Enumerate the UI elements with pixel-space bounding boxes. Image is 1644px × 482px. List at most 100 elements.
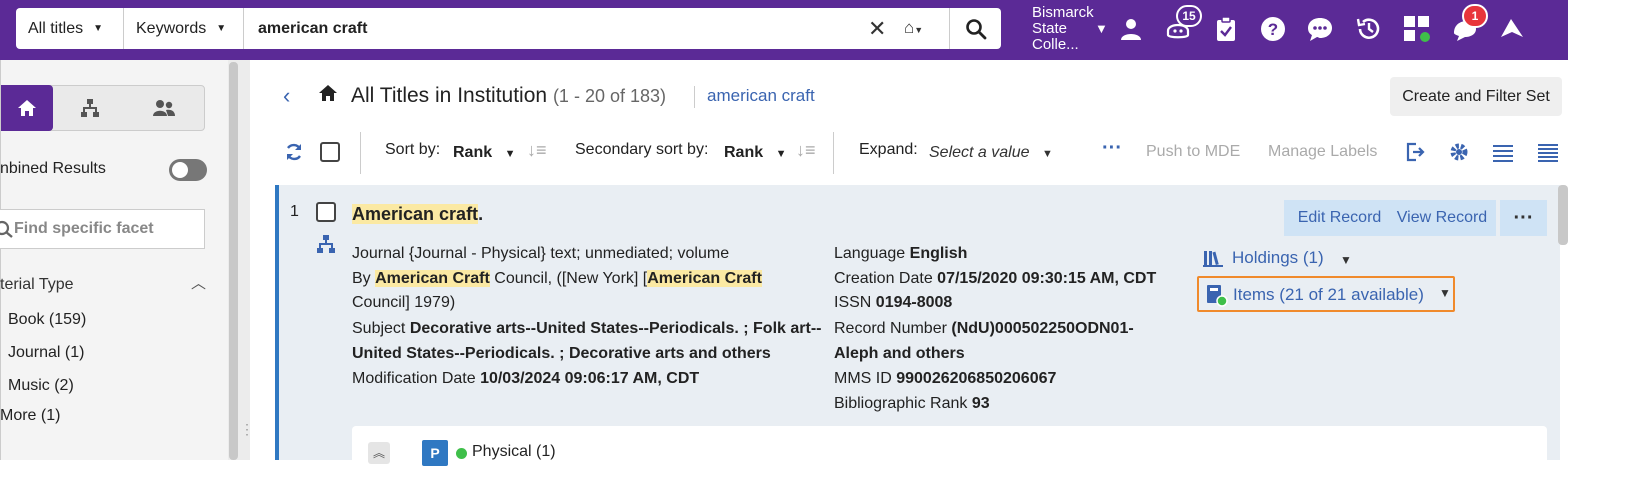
sidebar-scroll-thumb[interactable] — [229, 62, 238, 460]
help-icon[interactable]: ? — [1258, 14, 1288, 44]
clipboard-check-icon[interactable] — [1211, 14, 1241, 44]
list-view-icon[interactable] — [1492, 144, 1514, 167]
secondary-sort-direction-icon[interactable]: ↓≡ — [796, 140, 816, 161]
people-view-button[interactable] — [127, 86, 201, 130]
record-subject-cont: United States--Periodicals. ; Decorative… — [352, 344, 771, 364]
more-actions-icon[interactable]: ··· — [1102, 137, 1122, 160]
physical-badge: P — [422, 440, 448, 466]
hierarchy-icon[interactable] — [316, 234, 336, 259]
author-highlight: American Craft — [647, 270, 762, 287]
clear-search-icon[interactable]: ✕ — [868, 16, 886, 42]
facet-search-input[interactable]: Find specific facet — [0, 209, 205, 249]
record-number-cont: Aleph and others — [834, 344, 965, 364]
push-to-mde-button[interactable]: Push to MDE — [1146, 143, 1240, 161]
expand-label: Expand: — [859, 141, 918, 158]
people-icon — [153, 100, 175, 116]
create-filter-set-button[interactable]: Create and Filter Set — [1390, 77, 1562, 116]
chevron-down-icon: ▼ — [1041, 148, 1053, 160]
result-range: (1 - 20 of 183) — [552, 86, 666, 106]
history-icon[interactable] — [1354, 14, 1384, 44]
record-author: By American Craft Council, ([New York] [… — [352, 269, 762, 289]
record-number-value: (NdU)000502250ODN01- — [951, 320, 1134, 337]
settings-gear-icon[interactable] — [1449, 142, 1469, 167]
sort-by-value: Rank — [453, 144, 493, 161]
modification-value: 10/03/2024 09:06:17 AM, CDT — [480, 370, 700, 387]
export-icon[interactable] — [1405, 142, 1425, 167]
combined-results-toggle[interactable] — [169, 159, 207, 181]
items-link[interactable]: Items (21 of 21 available) ▼ — [1197, 276, 1455, 312]
chevron-down-icon[interactable]: ▼ — [1340, 253, 1352, 267]
subject-label: Subject — [352, 320, 410, 337]
record-issn: ISSN 0194-8008 — [834, 293, 952, 313]
record-number-label: Record Number — [834, 320, 952, 337]
record-author-cont: Council] 1979) — [352, 294, 456, 311]
rank-label: Bibliographic Rank — [834, 395, 972, 412]
author-highlight: American Craft — [375, 270, 490, 287]
chevron-up-icon[interactable]: ︿ — [191, 272, 206, 293]
tasks-count-badge: 15 — [1176, 5, 1202, 27]
subject-value-cont: United States--Periodicals. ; Decorative… — [352, 345, 771, 362]
divider — [694, 86, 695, 108]
record-more-actions-icon[interactable]: ··· — [1500, 200, 1547, 236]
record-number: 1 — [290, 203, 299, 220]
top-bar: All titles ▼ Keywords ▼ american craft ✕ ⌂… — [0, 0, 1568, 60]
record-bib-rank: Bibliographic Rank 93 — [834, 394, 990, 414]
compact-view-icon[interactable] — [1537, 143, 1559, 168]
refresh-icon[interactable] — [284, 142, 304, 167]
hierarchy-view-button[interactable] — [53, 86, 127, 130]
select-all-checkbox[interactable] — [320, 142, 340, 162]
results-scroll-thumb[interactable] — [1558, 185, 1568, 245]
secondary-sort-select[interactable]: Rank ▼ — [724, 144, 786, 162]
record-title[interactable]: American craft. — [352, 204, 483, 225]
query-link[interactable]: american craft — [707, 86, 815, 106]
record-creation-date: Creation Date 07/15/2020 09:30:15 AM, CD… — [834, 269, 1156, 289]
record-modification-date: Modification Date 10/03/2024 09:06:17 AM… — [352, 369, 699, 389]
home-view-button[interactable] — [1, 85, 53, 131]
home-icon[interactable] — [318, 84, 338, 107]
chevron-down-icon: ▼ — [504, 148, 516, 160]
widgets-icon[interactable] — [1402, 14, 1432, 44]
facet-heading[interactable]: terial Type — [0, 276, 74, 294]
collapse-icon[interactable]: ︽ — [368, 442, 390, 464]
chevron-down-icon[interactable]: ▼ — [1095, 21, 1108, 36]
physical-label[interactable]: Physical (1) — [472, 443, 556, 461]
chat-icon[interactable] — [1305, 14, 1335, 44]
edit-record-button[interactable]: Edit Record — [1284, 200, 1395, 236]
facet-more-link[interactable]: More (1) — [0, 407, 60, 425]
launch-icon[interactable] — [1497, 14, 1527, 44]
page-title: All Titles in Institution (1 - 20 of 183… — [351, 84, 666, 108]
rank-value: 93 — [971, 395, 990, 412]
user-icon[interactable] — [1116, 14, 1146, 44]
divider — [833, 132, 834, 174]
svg-text:?: ? — [1268, 20, 1278, 39]
sort-by-select[interactable]: Rank ▼ — [453, 144, 515, 162]
search-icon — [965, 18, 986, 39]
creation-label: Creation Date — [834, 270, 938, 287]
view-record-button[interactable]: View Record — [1388, 200, 1496, 236]
search-button[interactable] — [949, 8, 1001, 49]
language-value: English — [909, 245, 968, 262]
mms-label: MMS ID — [834, 370, 897, 387]
subject-value: Decorative arts--United States--Periodic… — [409, 320, 822, 337]
back-icon[interactable]: ‹ — [283, 83, 290, 109]
facet-item-book[interactable]: Book (159) — [8, 311, 86, 329]
record-checkbox[interactable] — [316, 202, 336, 222]
items-label: Items (21 of 21 available) — [1233, 285, 1424, 304]
sort-direction-icon[interactable]: ↓≡ — [527, 140, 547, 161]
manage-labels-button[interactable]: Manage Labels — [1268, 143, 1377, 161]
holdings-icon — [1203, 249, 1223, 272]
search-input[interactable]: american craft — [258, 8, 367, 49]
secondary-sort-label: Secondary sort by: — [575, 141, 709, 158]
search-icon — [0, 220, 13, 238]
facet-item-music[interactable]: Music (2) — [8, 377, 74, 395]
search-field-select[interactable]: Keywords ▼ — [124, 8, 244, 49]
institution-name[interactable]: Bismarck State Colle... — [1032, 5, 1094, 53]
record-mms-id: MMS ID 990026206850206067 — [834, 369, 1056, 389]
record-subject: Subject Decorative arts--United States--… — [352, 319, 821, 339]
facet-item-journal[interactable]: Journal (1) — [8, 344, 84, 362]
holdings-link[interactable]: Holdings (1) — [1232, 248, 1324, 268]
chevron-down-icon: ▼ — [1439, 286, 1451, 300]
search-home-icon[interactable]: ⌂▼ — [904, 18, 923, 38]
expand-select[interactable]: Select a value ▼ — [929, 144, 1053, 162]
search-scope-select[interactable]: All titles ▼ — [16, 8, 124, 49]
